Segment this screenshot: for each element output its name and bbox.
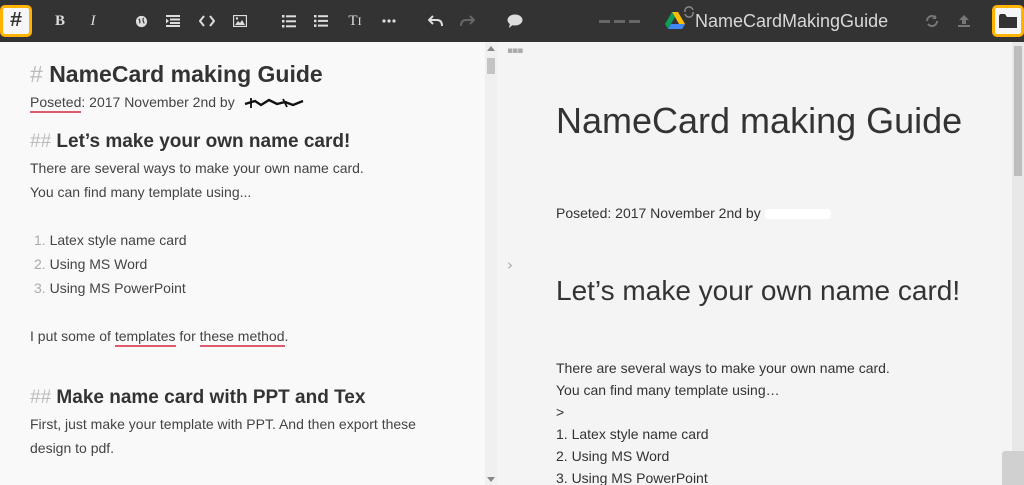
image-icon	[233, 15, 247, 27]
editor-paragraph: First, just make your template with PPT.…	[30, 416, 416, 432]
editor-paragraph-templates: I put some of templates for these method…	[30, 324, 470, 348]
blockquote-icon	[166, 15, 180, 27]
quote-button[interactable]	[165, 11, 181, 31]
heading-sub: I	[357, 13, 362, 28]
title-area: NameCardMakingGuide	[665, 6, 888, 34]
method-link[interactable]: these method	[199, 328, 285, 347]
editor-paragraph: There are several ways to make your own …	[30, 160, 364, 176]
italic-button[interactable]: I	[86, 11, 100, 31]
bullet-list-button[interactable]	[313, 11, 329, 31]
editor-list: 1. Latex style name card 2. Using MS Wor…	[30, 228, 470, 300]
folder-icon	[999, 13, 1017, 28]
sync-button[interactable]	[924, 11, 940, 31]
preview-paragraph: You can find many template using…	[556, 382, 780, 398]
bold-button[interactable]: B	[52, 11, 68, 31]
preview-h1: NameCard making Guide	[556, 100, 963, 141]
preview-list-item: 1. Latex style name card	[556, 426, 709, 442]
toolbar: # B I TI NameCardMakingGuide	[0, 0, 1024, 42]
list-item: 2. Using MS Word	[34, 252, 470, 276]
preview-list-item: 2. Using MS Word	[556, 448, 670, 464]
comment-button[interactable]	[506, 11, 524, 31]
publish-button[interactable]	[956, 11, 972, 31]
resize-handle[interactable]	[1002, 451, 1024, 485]
list-text: Latex style name card	[49, 232, 187, 248]
heading-button[interactable]: TI	[346, 11, 364, 31]
undo-button[interactable]	[426, 11, 444, 31]
globe-icon	[135, 15, 147, 27]
markdown-editor[interactable]: # NameCard making Guide Poseted: 2017 No…	[0, 42, 485, 485]
publish-icon	[958, 15, 970, 27]
list-item: 1. Latex style name card	[34, 228, 470, 252]
editor-paragraph: design to pdf.	[30, 440, 115, 456]
scroll-down-arrow[interactable]	[487, 477, 495, 482]
preview-paragraph: There are several ways to make your own …	[556, 360, 890, 376]
documents-menu-button[interactable]	[992, 5, 1024, 37]
code-icon	[199, 15, 215, 27]
list-text: Using MS Word	[49, 256, 148, 272]
document-title[interactable]: NameCardMakingGuide	[695, 11, 888, 32]
editor-scrollbar[interactable]	[485, 42, 497, 485]
italic-icon: I	[90, 12, 96, 29]
link-button[interactable]	[133, 11, 149, 31]
preview-posted: Poseted: 2017 November 2nd by	[556, 205, 831, 221]
editor-posted-line: Poseted: 2017 November 2nd by	[30, 90, 470, 114]
list-number: 2.	[34, 256, 46, 272]
hash-icon: #	[9, 9, 23, 33]
posted-text: : 2017 November 2nd by	[81, 94, 235, 110]
h2b-mark: ##	[30, 387, 52, 408]
h2a-text: Let’s make your own name card!	[56, 131, 351, 152]
editor-h2a: ## Let’s make your own name card!	[30, 128, 470, 156]
redo-button[interactable]	[458, 11, 476, 31]
posted-label: Poseted	[30, 94, 82, 113]
list-number: 3.	[34, 280, 46, 296]
h1-text: NameCard making Guide	[49, 61, 323, 87]
bullet-list-icon	[314, 15, 328, 27]
list-number: 1.	[34, 232, 46, 248]
preview-list-item: 3. Using MS PowerPoint	[556, 470, 708, 485]
p3-pre: I put some of	[30, 328, 115, 344]
preview-body: There are several ways to make your own …	[556, 357, 890, 485]
preview-pane: NameCard making Guide Poseted: 2017 Nove…	[527, 42, 1012, 485]
main-menu-button[interactable]: #	[0, 5, 32, 37]
list-item: 3. Using MS PowerPoint	[34, 276, 470, 300]
list-text: Using MS PowerPoint	[49, 280, 186, 296]
more-icon	[382, 19, 396, 23]
horizontal-rule-button[interactable]	[380, 11, 398, 31]
undo-icon	[427, 15, 443, 27]
chevron-right-icon[interactable]: ›	[507, 256, 513, 274]
redo-icon	[459, 15, 475, 27]
code-button[interactable]	[198, 11, 216, 31]
editor-h1: # NameCard making Guide	[30, 58, 470, 90]
ordered-list-button[interactable]	[281, 11, 297, 31]
sync-icon	[926, 15, 938, 27]
editor-h2b: ## Make name card with PPT and Tex	[30, 384, 470, 412]
grip-icon[interactable]: ▪▪▪	[507, 46, 523, 56]
p3-mid: for	[175, 328, 200, 344]
comment-icon	[507, 14, 523, 28]
templates-link[interactable]: templates	[114, 328, 176, 347]
dashes-indicator	[599, 20, 640, 23]
heading-icon: TI	[348, 13, 361, 30]
image-button[interactable]	[232, 11, 248, 31]
bold-icon: B	[54, 12, 65, 29]
p3-post: .	[284, 328, 289, 344]
preview-gt: >	[556, 404, 565, 420]
preview-posted-text: Poseted: 2017 November 2nd by	[556, 205, 761, 221]
h2a-mark: ##	[30, 131, 52, 152]
redacted-signature	[764, 209, 831, 220]
heading-label: T	[348, 12, 358, 29]
preview-scroll-thumb[interactable]	[1014, 46, 1022, 176]
h1-mark: #	[30, 61, 43, 87]
google-drive-icon	[665, 12, 685, 29]
signature-scribble	[244, 98, 304, 109]
sync-status-icon	[684, 6, 694, 18]
h2b-text: Make name card with PPT and Tex	[56, 387, 366, 408]
preview-h2: Let’s make your own name card!	[556, 275, 961, 306]
editor-scroll-thumb[interactable]	[487, 58, 495, 74]
ordered-list-icon	[282, 14, 296, 27]
scroll-up-arrow[interactable]	[487, 46, 495, 51]
editor-paragraph: You can find many template using...	[30, 184, 252, 200]
